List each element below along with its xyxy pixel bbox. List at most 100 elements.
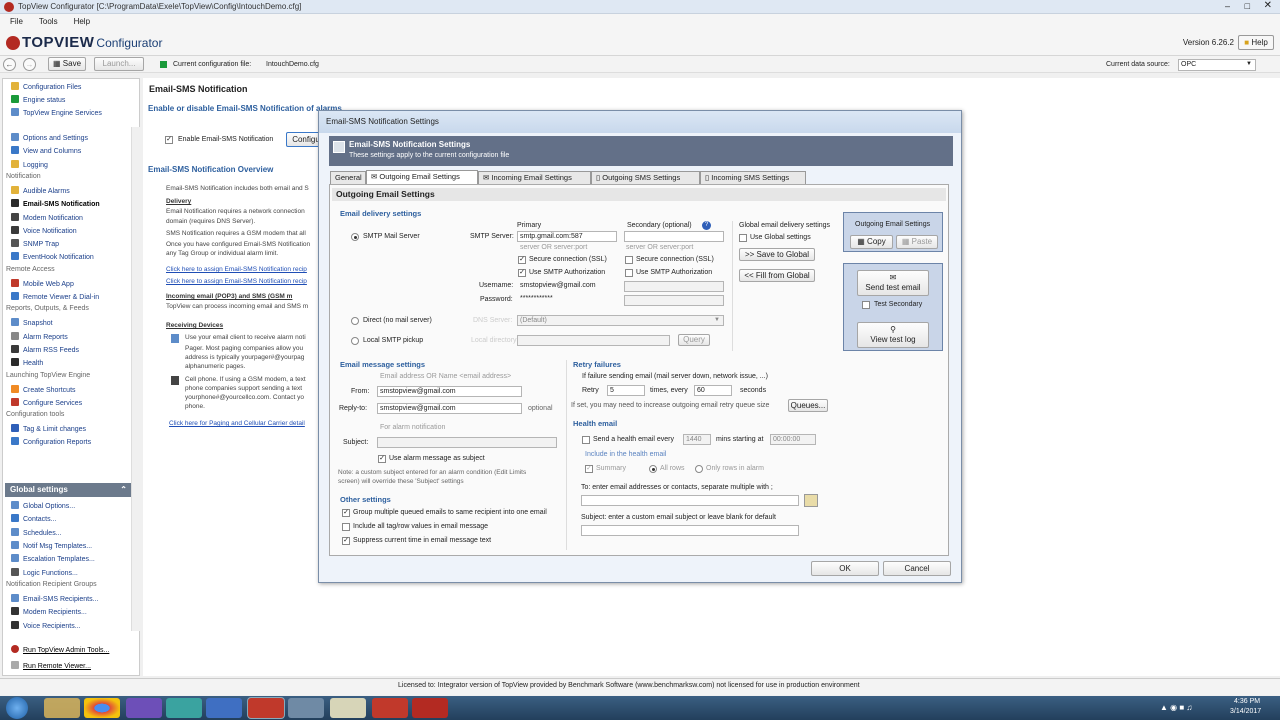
app-taskbar-icon-6[interactable]	[372, 698, 408, 718]
maximize-icon[interactable]: □	[1245, 1, 1250, 11]
include-tag-values-checkbox[interactable]	[342, 523, 350, 531]
sidebar-item[interactable]: SNMP Trap	[3, 239, 131, 251]
health-to-input[interactable]	[581, 495, 799, 506]
sidebar-item[interactable]: Snapshot	[3, 318, 131, 330]
health-start-input[interactable]: 00:00:00	[770, 434, 816, 445]
sidebar-item[interactable]: Email-SMS Notification	[3, 199, 131, 211]
overview-link[interactable]: Click here for Paging and Cellular Carri…	[169, 420, 324, 427]
use-global-checkbox[interactable]	[739, 234, 747, 242]
ok-button[interactable]: OK	[811, 561, 879, 576]
health-interval-input[interactable]: 1440	[683, 434, 711, 445]
back-icon[interactable]: ←	[3, 58, 16, 71]
menu-file[interactable]: File	[10, 17, 23, 26]
sidebar-item[interactable]: Mobile Web App	[3, 278, 131, 291]
cancel-button[interactable]: Cancel	[883, 561, 951, 576]
health-subject-input[interactable]	[581, 525, 799, 536]
view-test-log-button[interactable]: ⚲ View test log	[857, 322, 929, 348]
secure-ssl-primary-checkbox[interactable]: ✓	[518, 256, 526, 264]
app-taskbar-icon-2[interactable]	[166, 698, 202, 718]
app-taskbar-icon-7[interactable]	[412, 698, 448, 718]
alarm-rows-radio[interactable]	[695, 465, 703, 473]
app-taskbar-icon-3[interactable]	[206, 698, 242, 718]
reply-to-input[interactable]: smstopview@gmail.com	[377, 403, 522, 414]
sidebar-item[interactable]: Audible Alarms	[3, 185, 131, 198]
send-test-email-button[interactable]: ✉ Send test email	[857, 270, 929, 296]
run-admin-tools[interactable]: Run TopView Admin Tools...	[3, 645, 131, 657]
info-icon[interactable]: ?	[702, 221, 711, 230]
save-to-global-button[interactable]: >> Save to Global	[739, 248, 815, 261]
overview-link[interactable]: Click here to assign Email-SMS Notificat…	[166, 278, 321, 285]
enable-email-sms-checkbox[interactable]: ✓	[165, 136, 173, 144]
smtp-server-primary-input[interactable]: smtp.gmail.com:587	[517, 231, 617, 242]
app-taskbar-icon-5[interactable]	[330, 698, 366, 718]
global-settings-item[interactable]: Escalation Templates...	[3, 554, 131, 566]
password-secondary-input[interactable]	[624, 295, 724, 306]
forward-icon[interactable]: →	[23, 58, 36, 71]
fill-from-global-button[interactable]: << Fill from Global	[739, 269, 815, 282]
dns-server-select[interactable]: (Default) ▼	[517, 315, 724, 326]
sidebar-item-engine-services[interactable]: TopView Engine Services	[3, 108, 131, 120]
global-settings-item[interactable]: Notif Msg Templates...	[3, 540, 131, 553]
copy-button[interactable]: ▦ Copy	[850, 235, 893, 249]
retry-count-input[interactable]: 5	[607, 385, 645, 396]
local-dir-input[interactable]	[517, 335, 670, 346]
smtp-auth-secondary-checkbox[interactable]	[625, 269, 633, 277]
global-settings-item[interactable]: Schedules...	[3, 527, 131, 540]
global-settings-header[interactable]: Global settings ⌃	[5, 483, 131, 497]
subject-input[interactable]	[377, 437, 557, 448]
app-taskbar-icon-4[interactable]	[288, 698, 324, 718]
query-button[interactable]: Query	[678, 334, 710, 346]
launch-button[interactable]: Launch...	[94, 57, 144, 71]
sidebar-item-engine-status[interactable]: Engine status	[3, 95, 131, 107]
global-settings-item[interactable]: Email-SMS Recipients...	[3, 594, 131, 606]
health-email-checkbox[interactable]	[582, 436, 590, 444]
overview-link[interactable]: Click here to assign Email-SMS Notificat…	[166, 266, 321, 273]
global-settings-item[interactable]: Global Options...	[3, 501, 131, 513]
run-remote-viewer[interactable]: Run Remote Viewer...	[3, 661, 131, 673]
tab-incoming-email[interactable]: ✉ Incoming Email Settings	[478, 171, 591, 184]
global-settings-item[interactable]: Voice Recipients...	[3, 620, 131, 633]
sidebar-item[interactable]: Tag & Limit changes	[3, 424, 131, 436]
secure-ssl-secondary-checkbox[interactable]	[625, 256, 633, 264]
smtp-server-secondary-input[interactable]	[624, 231, 724, 242]
menu-tools[interactable]: Tools	[39, 17, 58, 26]
minimize-icon[interactable]: –	[1225, 1, 1230, 11]
tab-incoming-sms[interactable]: ▯ Incoming SMS Settings	[700, 171, 806, 184]
use-alarm-subject-checkbox[interactable]: ✓	[378, 455, 386, 463]
tab-outgoing-sms[interactable]: ▯ Outgoing SMS Settings	[591, 171, 700, 184]
global-settings-item[interactable]: Logic Functions...	[3, 567, 131, 580]
sidebar-item[interactable]: View and Columns	[3, 146, 131, 158]
menu-help[interactable]: Help	[74, 17, 90, 26]
chrome-taskbar-icon[interactable]	[84, 698, 120, 718]
start-button-icon[interactable]	[6, 697, 28, 719]
all-rows-radio[interactable]	[649, 465, 657, 473]
group-emails-checkbox[interactable]: ✓	[342, 509, 350, 517]
data-source-select[interactable]: OPC ▼	[1178, 59, 1256, 71]
sidebar-item[interactable]: EventHook Notification	[3, 252, 131, 264]
sidebar-scrollbar[interactable]	[131, 127, 140, 631]
username-primary-input[interactable]: smstopview@gmail.com	[517, 280, 617, 291]
tray-icons[interactable]: ▲ ◉ ■ ♫	[1160, 703, 1192, 712]
suppress-time-checkbox[interactable]: ✓	[342, 537, 350, 545]
local-smtp-radio[interactable]	[351, 337, 359, 345]
sidebar-item[interactable]: Configure Services	[3, 397, 131, 410]
help-button[interactable]: ■ Help	[1238, 35, 1274, 50]
tab-outgoing-email[interactable]: ✉ Outgoing Email Settings	[366, 170, 478, 184]
explorer-taskbar-icon[interactable]	[44, 698, 80, 718]
summary-checkbox[interactable]: ✓	[585, 465, 593, 473]
direct-radio[interactable]	[351, 317, 359, 325]
smtp-auth-primary-checkbox[interactable]: ✓	[518, 269, 526, 277]
paste-button[interactable]: ▦ Paste	[896, 235, 938, 249]
sidebar-item[interactable]: Create Shortcuts	[3, 384, 131, 397]
username-secondary-input[interactable]	[624, 281, 724, 292]
global-settings-item[interactable]: Modem Recipients...	[3, 607, 131, 619]
smtp-server-radio[interactable]	[351, 233, 359, 241]
global-settings-item[interactable]: Contacts...	[3, 514, 131, 526]
sidebar-item[interactable]: Voice Notification	[3, 225, 131, 238]
sidebar-item[interactable]: Options and Settings	[3, 133, 131, 145]
sidebar-item[interactable]: Configuration Reports	[3, 437, 131, 449]
app-taskbar-icon-1[interactable]	[126, 698, 162, 718]
sidebar-item[interactable]: Modem Notification	[3, 212, 131, 225]
close-icon[interactable]: ✕	[1264, 0, 1272, 11]
password-primary-input[interactable]: ************	[517, 293, 617, 304]
